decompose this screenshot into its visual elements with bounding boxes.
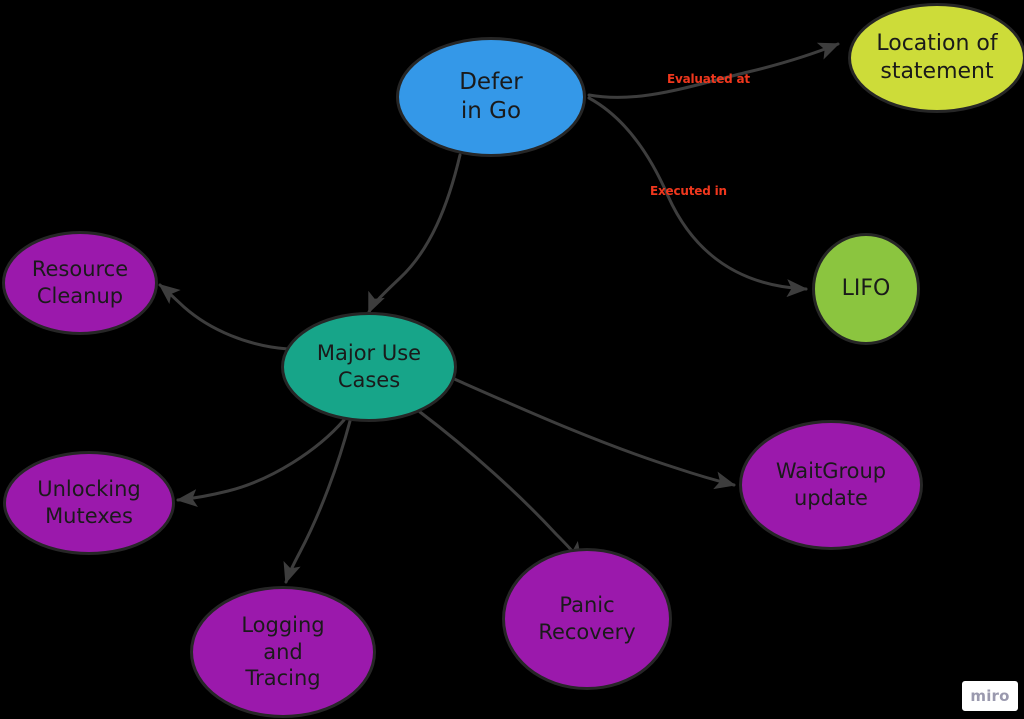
- node-label-logging-and-tracing: Logging and Tracing: [241, 612, 325, 691]
- mindmap-canvas: Evaluated at Executed in Defer in Go Loc…: [0, 0, 1024, 719]
- node-lifo[interactable]: LIFO: [812, 233, 920, 345]
- node-label-resource-cleanup: Resource Cleanup: [31, 257, 129, 308]
- edge-defer-to-major-use-cases: [367, 153, 462, 314]
- node-label-defer-in-go: Defer in Go: [459, 68, 523, 124]
- node-unlocking-mutexes[interactable]: Unlocking Mutexes: [3, 451, 175, 555]
- edge-major-to-logging-and-tracing: [283, 419, 352, 584]
- node-label-lifo: LIFO: [841, 275, 891, 301]
- node-waitgroup-update[interactable]: WaitGroup update: [739, 420, 923, 550]
- node-logging-and-tracing[interactable]: Logging and Tracing: [190, 586, 376, 718]
- edge-major-to-resource-cleanup: [158, 283, 290, 351]
- node-label-unlocking-mutexes: Unlocking Mutexes: [37, 477, 141, 528]
- node-major-use-cases[interactable]: Major Use Cases: [281, 312, 457, 422]
- node-label-major-use-cases: Major Use Cases: [316, 341, 422, 392]
- node-location-of-statement[interactable]: Location of statement: [848, 3, 1024, 113]
- node-label-location-of-statement: Location of statement: [876, 30, 998, 84]
- edge-defer-to-location: [587, 42, 840, 99]
- node-label-waitgroup-update: WaitGroup update: [775, 459, 887, 510]
- edge-major-to-unlocking-mutexes: [176, 418, 346, 508]
- node-resource-cleanup[interactable]: Resource Cleanup: [2, 231, 158, 335]
- edge-label-evaluated-at: Evaluated at: [667, 72, 750, 86]
- miro-watermark: miro: [962, 681, 1018, 711]
- miro-watermark-label: miro: [970, 687, 1010, 705]
- edge-major-to-panic-recovery: [418, 410, 583, 564]
- node-defer-in-go[interactable]: Defer in Go: [396, 37, 586, 157]
- edge-label-executed-in: Executed in: [650, 184, 727, 198]
- node-label-panic-recovery: Panic Recovery: [538, 593, 636, 644]
- edge-major-to-waitgroup-update: [450, 376, 736, 490]
- node-panic-recovery[interactable]: Panic Recovery: [502, 548, 672, 690]
